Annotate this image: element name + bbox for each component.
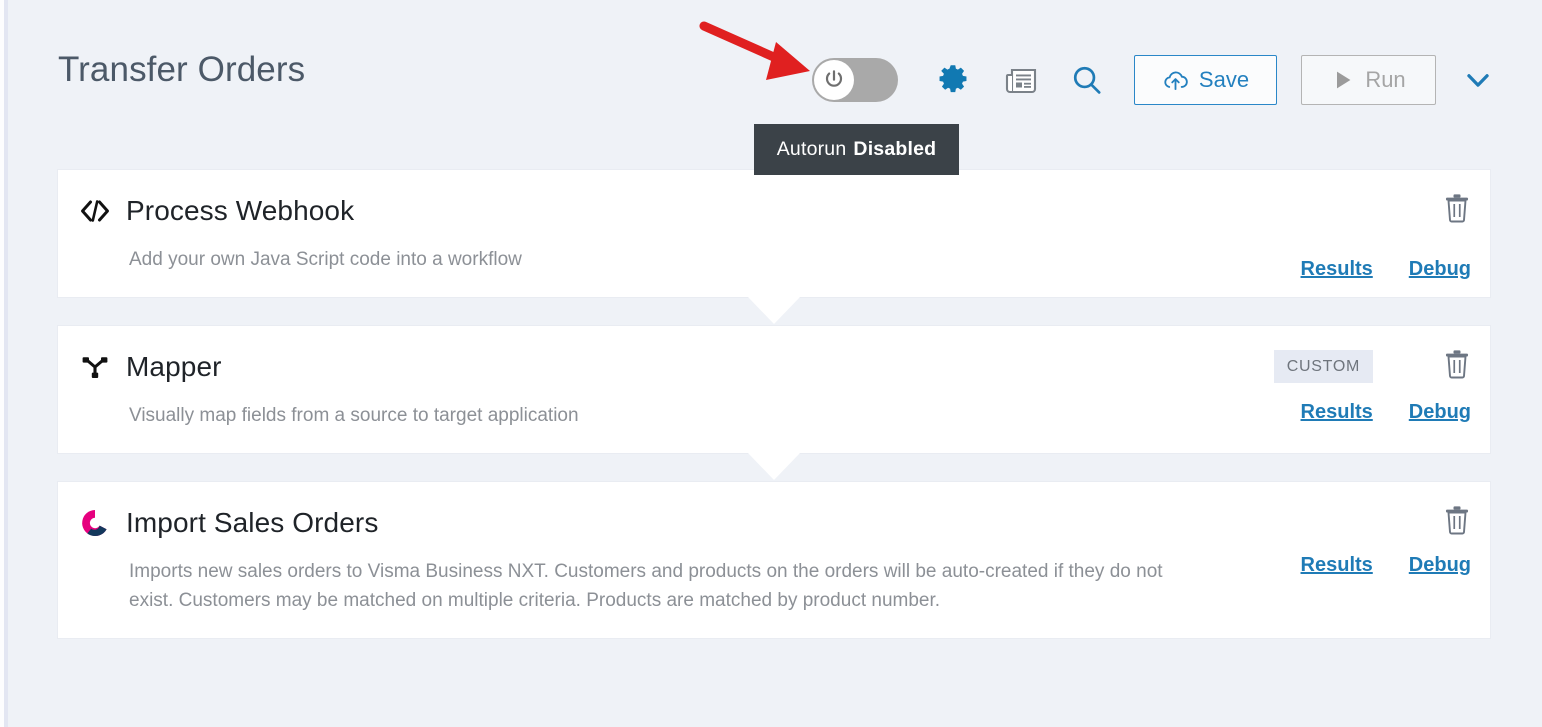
settings-button[interactable] xyxy=(926,56,980,104)
autorun-tooltip-label: Autorun xyxy=(776,138,847,160)
workflow-steps-list: Process Webhook Add your own Java Script… xyxy=(57,169,1491,639)
run-button[interactable]: Run xyxy=(1301,55,1436,105)
step-description: Visually map fields from a source to tar… xyxy=(129,404,579,426)
chevron-down-icon xyxy=(1467,74,1489,87)
gear-icon xyxy=(939,65,967,93)
trash-icon xyxy=(1446,350,1468,379)
step-title: Import Sales Orders xyxy=(126,506,379,538)
results-link[interactable]: Results xyxy=(1301,401,1373,424)
search-icon xyxy=(1073,66,1101,94)
more-options-button[interactable] xyxy=(1454,56,1502,104)
results-link[interactable]: Results xyxy=(1301,554,1373,577)
step-title: Mapper xyxy=(126,350,222,382)
header-toolbar: Save Run xyxy=(812,48,1502,112)
workflow-step-card[interactable]: Process Webhook Add your own Java Script… xyxy=(57,169,1491,324)
delete-step-button[interactable] xyxy=(1443,349,1471,379)
step-actions: Results Debug xyxy=(1301,258,1471,281)
autorun-tooltip: Autorun Disabled xyxy=(754,124,959,175)
step-actions: Results Debug xyxy=(1301,401,1471,424)
step-description: Imports new sales orders to Visma Busine… xyxy=(129,560,1163,611)
page-title: Transfer Orders xyxy=(58,50,306,89)
logs-button[interactable] xyxy=(996,56,1046,104)
autorun-toggle[interactable] xyxy=(812,58,898,102)
trash-icon xyxy=(1446,506,1468,535)
trash-icon xyxy=(1446,194,1468,223)
visma-logo-icon xyxy=(78,506,112,540)
step-actions: Results Debug xyxy=(1301,554,1471,577)
debug-link[interactable]: Debug xyxy=(1409,554,1471,577)
autorun-toggle-knob xyxy=(814,60,854,100)
delete-step-button[interactable] xyxy=(1443,193,1471,223)
cloud-upload-icon xyxy=(1164,71,1188,90)
play-icon xyxy=(1337,71,1351,89)
run-button-label: Run xyxy=(1365,67,1406,92)
step-title: Process Webhook xyxy=(126,195,355,226)
step-connector-notch xyxy=(748,452,800,480)
code-brackets-icon xyxy=(78,194,112,228)
step-description: Add your own Java Script code into a wor… xyxy=(129,249,522,270)
workflow-step-card[interactable]: Import Sales Orders Imports new sales or… xyxy=(57,480,1491,639)
workflow-step-card[interactable]: Mapper Visually map fields from a source… xyxy=(57,324,1491,480)
step-connector-notch xyxy=(748,296,800,324)
search-button[interactable] xyxy=(1062,56,1112,104)
merge-icon xyxy=(78,350,112,384)
autorun-tooltip-value: Disabled xyxy=(853,138,937,160)
debug-link[interactable]: Debug xyxy=(1409,258,1471,281)
status-badge: CUSTOM xyxy=(1273,349,1373,383)
results-link[interactable]: Results xyxy=(1301,258,1373,281)
delete-step-button[interactable] xyxy=(1443,505,1471,535)
save-button-label: Save xyxy=(1198,67,1250,92)
app-root: Transfer Orders Save Run Autorun Disable… xyxy=(0,0,1542,727)
report-icon xyxy=(1005,68,1037,94)
power-icon xyxy=(825,70,843,87)
save-button[interactable]: Save xyxy=(1134,55,1277,105)
debug-link[interactable]: Debug xyxy=(1409,401,1471,424)
